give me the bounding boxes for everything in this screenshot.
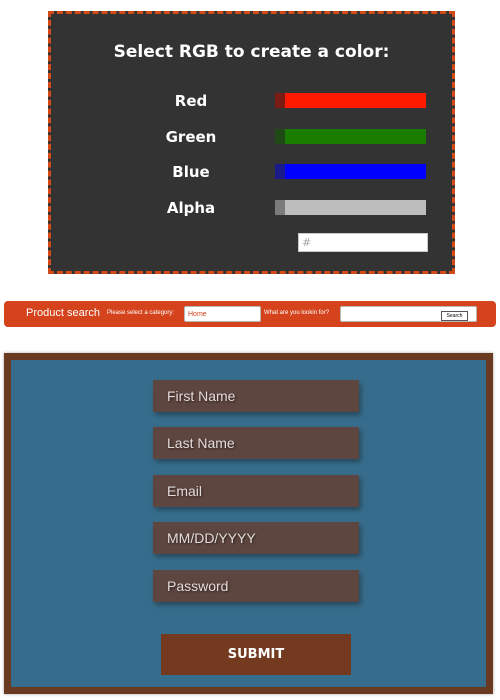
alpha-label: Alpha — [166, 199, 216, 217]
rgb-color-picker: Select RGB to create a color: Red Green … — [48, 11, 455, 274]
email-field[interactable] — [153, 475, 359, 507]
red-slider-thumb[interactable] — [275, 93, 285, 108]
blue-label: Blue — [172, 163, 210, 181]
last-name-field[interactable] — [153, 427, 359, 459]
search-button[interactable]: Search — [441, 311, 468, 321]
date-field[interactable] — [153, 522, 359, 554]
hex-color-input[interactable] — [298, 233, 428, 252]
submit-button[interactable]: SUBMIT — [161, 634, 351, 675]
green-slider-thumb[interactable] — [275, 129, 285, 144]
green-label: Green — [165, 128, 217, 146]
signup-form: SUBMIT — [4, 353, 493, 694]
product-search-title: Product search — [26, 307, 100, 319]
alpha-slider-thumb[interactable] — [275, 200, 285, 215]
red-label: Red — [174, 92, 208, 110]
query-prompt: What are you lookin for? — [264, 310, 330, 316]
product-search-bar: Product search Please select a category:… — [4, 301, 496, 327]
green-slider[interactable] — [275, 129, 426, 144]
red-slider[interactable] — [275, 93, 426, 108]
first-name-field[interactable] — [153, 380, 359, 412]
alpha-slider[interactable] — [275, 200, 426, 215]
blue-slider-thumb[interactable] — [275, 164, 285, 179]
category-prompt: Please select a category: — [107, 310, 175, 316]
category-input[interactable] — [184, 306, 261, 322]
blue-slider[interactable] — [275, 164, 426, 179]
rgb-picker-title: Select RGB to create a color: — [113, 42, 390, 62]
password-field[interactable] — [153, 570, 359, 602]
